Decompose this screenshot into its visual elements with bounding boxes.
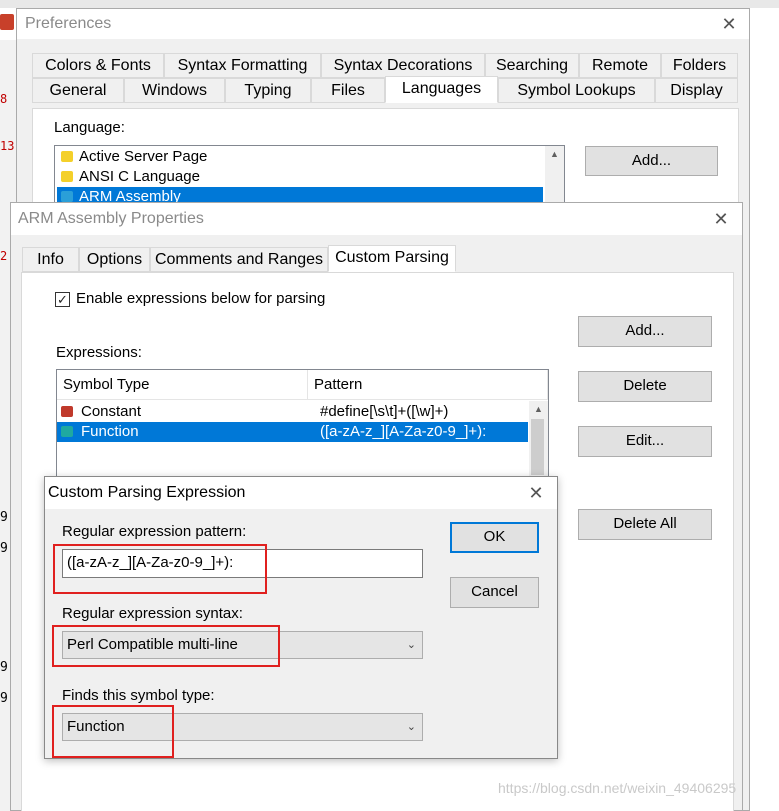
language-icon: [61, 171, 73, 182]
line-number: 8: [0, 92, 8, 106]
list-item-label: Active Server Page: [79, 148, 208, 165]
column-header-symbol-type[interactable]: Symbol Type: [57, 370, 308, 400]
list-item-label: ANSI C Language: [79, 168, 200, 185]
function-icon: [61, 426, 73, 437]
column-header-pattern[interactable]: Pattern: [308, 370, 548, 400]
toolbar-icon[interactable]: [0, 14, 14, 30]
close-icon[interactable]: ✕: [711, 209, 731, 229]
expressions-grid[interactable]: Symbol Type Pattern Constant #define[\s\…: [56, 369, 549, 479]
close-icon[interactable]: ✕: [719, 14, 739, 34]
preferences-title: Preferences: [25, 15, 112, 32]
grid-header: Symbol Type Pattern: [57, 370, 548, 400]
tab-syntax-decorations[interactable]: Syntax Decorations: [321, 53, 485, 78]
enable-expressions-label: Enable expressions below for parsing: [76, 290, 326, 307]
language-label: Language:: [54, 119, 125, 136]
tab-languages[interactable]: Languages: [385, 76, 498, 103]
close-icon[interactable]: ✕: [526, 483, 546, 503]
table-row[interactable]: Constant #define[\s\t]+([\w]+): [57, 402, 528, 422]
tab-info[interactable]: Info: [22, 247, 79, 272]
preferences-titlebar: Preferences ✕: [17, 9, 749, 39]
expressions-label: Expressions:: [56, 344, 142, 361]
chevron-down-icon: ⌄: [406, 639, 416, 651]
add-expression-button[interactable]: Add...: [578, 316, 712, 347]
highlight-box-symbol-type: [52, 705, 174, 758]
tab-syntax-formatting[interactable]: Syntax Formatting: [164, 53, 321, 78]
pattern-cell: #define[\s\t]+([\w]+): [320, 403, 449, 420]
pattern-cell: ([a-zA-z_][A-Za-z0-9_]+):: [320, 423, 487, 440]
language-list[interactable]: Active Server Page ANSI C Language ARM A…: [54, 145, 565, 209]
tab-general[interactable]: General: [32, 78, 124, 103]
tab-windows[interactable]: Windows: [124, 78, 225, 103]
custom-parsing-dialog: Custom Parsing Expression ✕ Regular expr…: [44, 476, 558, 759]
highlight-box-syntax: [52, 625, 280, 667]
expressions-scrollbar[interactable]: ▲: [529, 401, 548, 478]
symbol-type-label: Finds this symbol type:: [62, 687, 215, 704]
edit-expression-button[interactable]: Edit...: [578, 426, 712, 457]
arm-properties-title: ARM Assembly Properties: [18, 210, 204, 227]
line-number: 13: [0, 139, 15, 153]
symbol-type-cell: Constant: [81, 403, 142, 420]
preferences-tabs: Colors & Fonts Syntax Formatting Syntax …: [17, 39, 749, 109]
tab-colors-fonts[interactable]: Colors & Fonts: [32, 53, 164, 78]
tab-comments-ranges[interactable]: Comments and Ranges: [150, 247, 328, 272]
custom-parsing-title: Custom Parsing Expression: [48, 484, 246, 501]
symbol-type-cell: Function: [81, 423, 139, 440]
ok-button[interactable]: OK: [450, 522, 539, 553]
cancel-button[interactable]: Cancel: [450, 577, 539, 608]
language-icon: [61, 191, 73, 202]
chevron-down-icon: ⌄: [406, 721, 416, 733]
editor-top-strip: [0, 0, 779, 8]
scroll-thumb[interactable]: [531, 419, 544, 475]
enable-expressions-checkbox[interactable]: ✓: [55, 292, 70, 307]
delete-expression-button[interactable]: Delete: [578, 371, 712, 402]
list-item[interactable]: Active Server Page: [57, 147, 543, 167]
scroll-up-icon[interactable]: ▲: [545, 146, 564, 162]
language-icon: [61, 151, 73, 162]
syntax-label: Regular expression syntax:: [62, 605, 243, 622]
tab-folders[interactable]: Folders: [661, 53, 738, 78]
pattern-label: Regular expression pattern:: [62, 523, 247, 540]
constant-icon: [61, 406, 73, 417]
table-row-selected[interactable]: Function ([a-zA-z_][A-Za-z0-9_]+):: [57, 422, 528, 442]
language-list-scrollbar[interactable]: ▲: [545, 146, 564, 208]
tab-remote[interactable]: Remote: [579, 53, 661, 78]
custom-parsing-titlebar: Custom Parsing Expression ✕: [45, 477, 557, 509]
tab-options[interactable]: Options: [79, 247, 150, 272]
tab-symbol-lookups[interactable]: Symbol Lookups: [498, 78, 655, 103]
list-item[interactable]: ANSI C Language: [57, 167, 543, 187]
tab-display[interactable]: Display: [655, 78, 738, 103]
add-language-button[interactable]: Add...: [585, 146, 718, 176]
tab-files[interactable]: Files: [311, 78, 385, 103]
highlight-box-pattern: [53, 544, 267, 594]
watermark-text: https://blog.csdn.net/weixin_49406295: [498, 780, 737, 796]
tab-custom-parsing[interactable]: Custom Parsing: [328, 245, 456, 272]
delete-all-button[interactable]: Delete All: [578, 509, 712, 540]
tab-searching[interactable]: Searching: [485, 53, 579, 78]
arm-properties-titlebar: ARM Assembly Properties ✕: [11, 203, 742, 235]
line-number: 2: [0, 249, 8, 263]
scroll-up-icon[interactable]: ▲: [529, 401, 548, 417]
tab-typing[interactable]: Typing: [225, 78, 311, 103]
